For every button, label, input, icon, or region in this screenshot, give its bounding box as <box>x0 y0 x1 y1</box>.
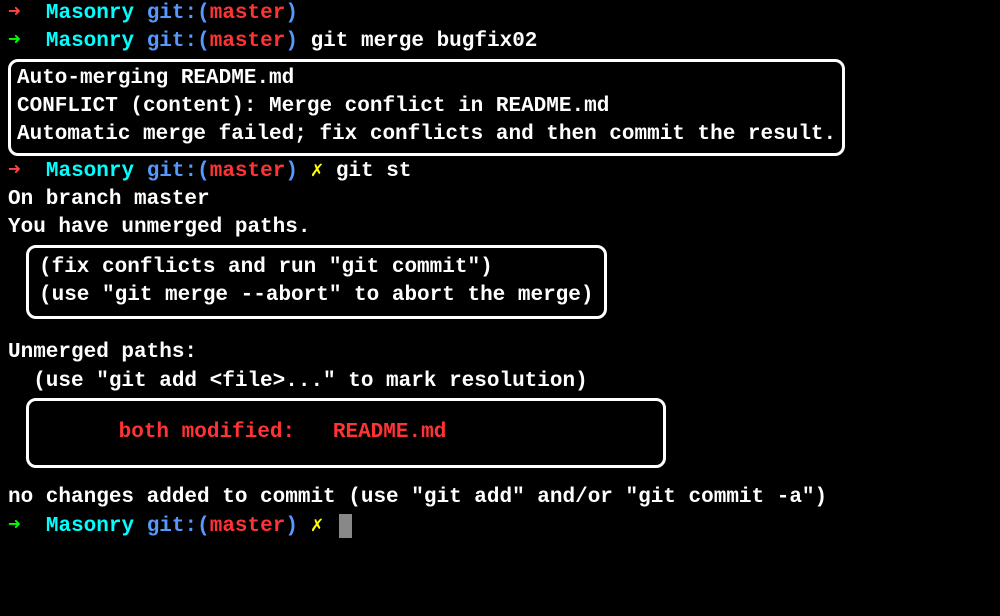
git-label: git:( <box>147 30 210 53</box>
git-label: git:( <box>147 2 210 25</box>
dirty-icon: ✗ <box>311 515 324 538</box>
git-close: ) <box>285 30 298 53</box>
prompt-arrow-icon: ➜ <box>8 30 21 53</box>
prompt-dir: Masonry <box>46 515 134 538</box>
hint-line: (fix conflicts and run "git commit") <box>39 254 594 282</box>
git-branch: master <box>210 515 286 538</box>
both-modified-file: README.md <box>333 421 446 444</box>
git-label: git:( <box>147 160 210 183</box>
git-close: ) <box>285 515 298 538</box>
both-modified-line: both modified: README.md <box>43 419 649 447</box>
hint-line: (use "git merge --abort" to abort the me… <box>39 282 594 310</box>
git-branch: master <box>210 160 286 183</box>
merge-output-box: Auto-merging README.md CONFLICT (content… <box>8 59 845 156</box>
prompt-arrow-icon: ➜ <box>8 2 21 25</box>
git-label: git:( <box>147 515 210 538</box>
git-branch: master <box>210 30 286 53</box>
prompt-line-0: ➜ Masonry git:(master) <box>8 0 992 28</box>
terminal-output[interactable]: ➜ Masonry git:(master) ➜ Masonry git:(ma… <box>8 0 992 541</box>
hints-box-1: (fix conflicts and run "git commit") (us… <box>26 245 607 320</box>
prompt-arrow-icon: ➜ <box>8 160 21 183</box>
add-hint: (use "git add <file>..." to mark resolut… <box>8 368 992 396</box>
prompt-arrow-icon: ➜ <box>8 515 21 538</box>
merge-line: Auto-merging README.md <box>17 65 836 93</box>
prompt-line-2: ➜ Masonry git:(master) ✗ git st <box>8 158 992 186</box>
dirty-icon: ✗ <box>311 160 324 183</box>
both-modified-box: both modified: README.md <box>26 398 666 468</box>
merge-conflict-line: CONFLICT (content): Merge conflict in RE… <box>17 93 836 121</box>
status-branch: On branch master <box>8 186 992 214</box>
unmerged-paths-header: Unmerged paths: <box>8 339 992 367</box>
cursor-icon[interactable] <box>339 514 352 538</box>
command-text: git st <box>336 160 412 183</box>
git-close: ) <box>285 2 298 25</box>
status-unmerged: You have unmerged paths. <box>8 214 992 242</box>
git-close: ) <box>285 160 298 183</box>
prompt-line-3: ➜ Masonry git:(master) ✗ <box>8 513 992 541</box>
prompt-dir: Masonry <box>46 2 134 25</box>
both-modified-label: both modified: <box>119 421 295 444</box>
prompt-dir: Masonry <box>46 30 134 53</box>
prompt-line-1: ➜ Masonry git:(master) git merge bugfix0… <box>8 28 992 56</box>
merge-failed-line: Automatic merge failed; fix conflicts an… <box>17 121 836 149</box>
prompt-dir: Masonry <box>46 160 134 183</box>
git-branch: master <box>210 2 286 25</box>
command-text: git merge bugfix02 <box>311 30 538 53</box>
no-changes-line: no changes added to commit (use "git add… <box>8 484 992 512</box>
